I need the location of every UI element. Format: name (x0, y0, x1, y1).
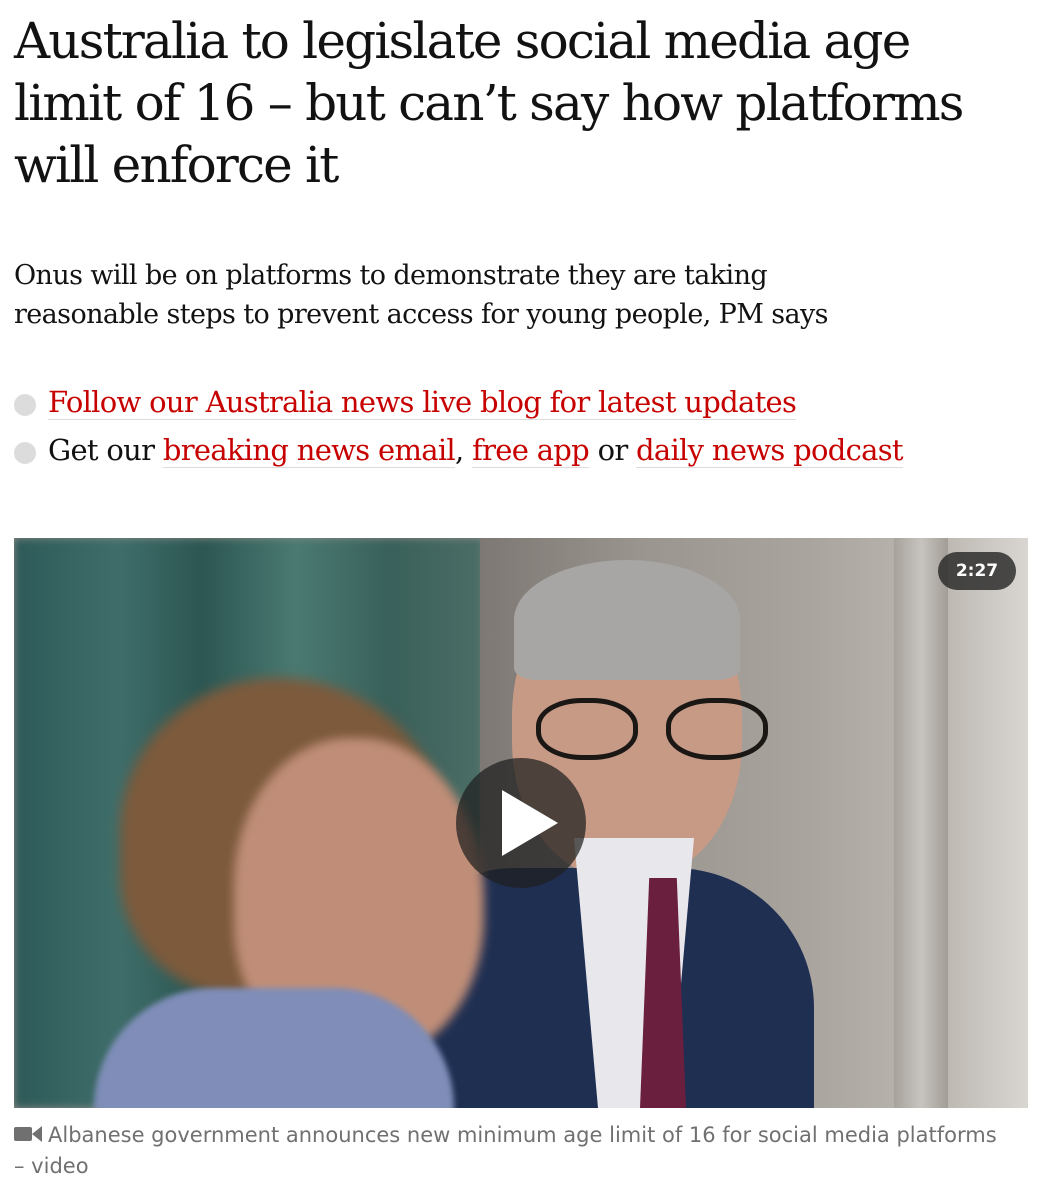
article-standfirst: Onus will be on platforms to demonstrate… (14, 260, 829, 330)
man-figure-hair (514, 560, 740, 680)
article-headline: Australia to legislate social media age … (14, 12, 964, 194)
comma-separator: , (455, 433, 464, 467)
bullet-dot-icon (14, 394, 36, 416)
glasses-shape (536, 698, 776, 760)
live-blog-link[interactable]: Follow our Australia news live blog for … (48, 385, 797, 420)
video-duration-badge: 2:27 (938, 552, 1016, 590)
get-our-text: Get our (48, 433, 155, 467)
or-text: or (597, 433, 629, 467)
play-button-icon[interactable] (456, 758, 586, 888)
free-app-link[interactable]: free app (472, 433, 590, 468)
daily-news-podcast-link[interactable]: daily news podcast (636, 433, 904, 468)
related-links-list: Follow our Australia news live blog for … (14, 383, 914, 479)
list-item: Follow our Australia news live blog for … (14, 383, 914, 421)
video-caption: Albanese government announces new minimu… (14, 1120, 1004, 1182)
video-caption-text: Albanese government announces new minimu… (14, 1123, 997, 1178)
list-item: Get our breaking news email, free app or… (14, 431, 914, 469)
video-camera-icon (14, 1125, 44, 1143)
video-background-pillar (894, 538, 948, 1108)
video-player[interactable]: 2:27 (14, 538, 1028, 1108)
breaking-news-email-link[interactable]: breaking news email (162, 433, 456, 468)
bullet-dot-icon (14, 442, 36, 464)
